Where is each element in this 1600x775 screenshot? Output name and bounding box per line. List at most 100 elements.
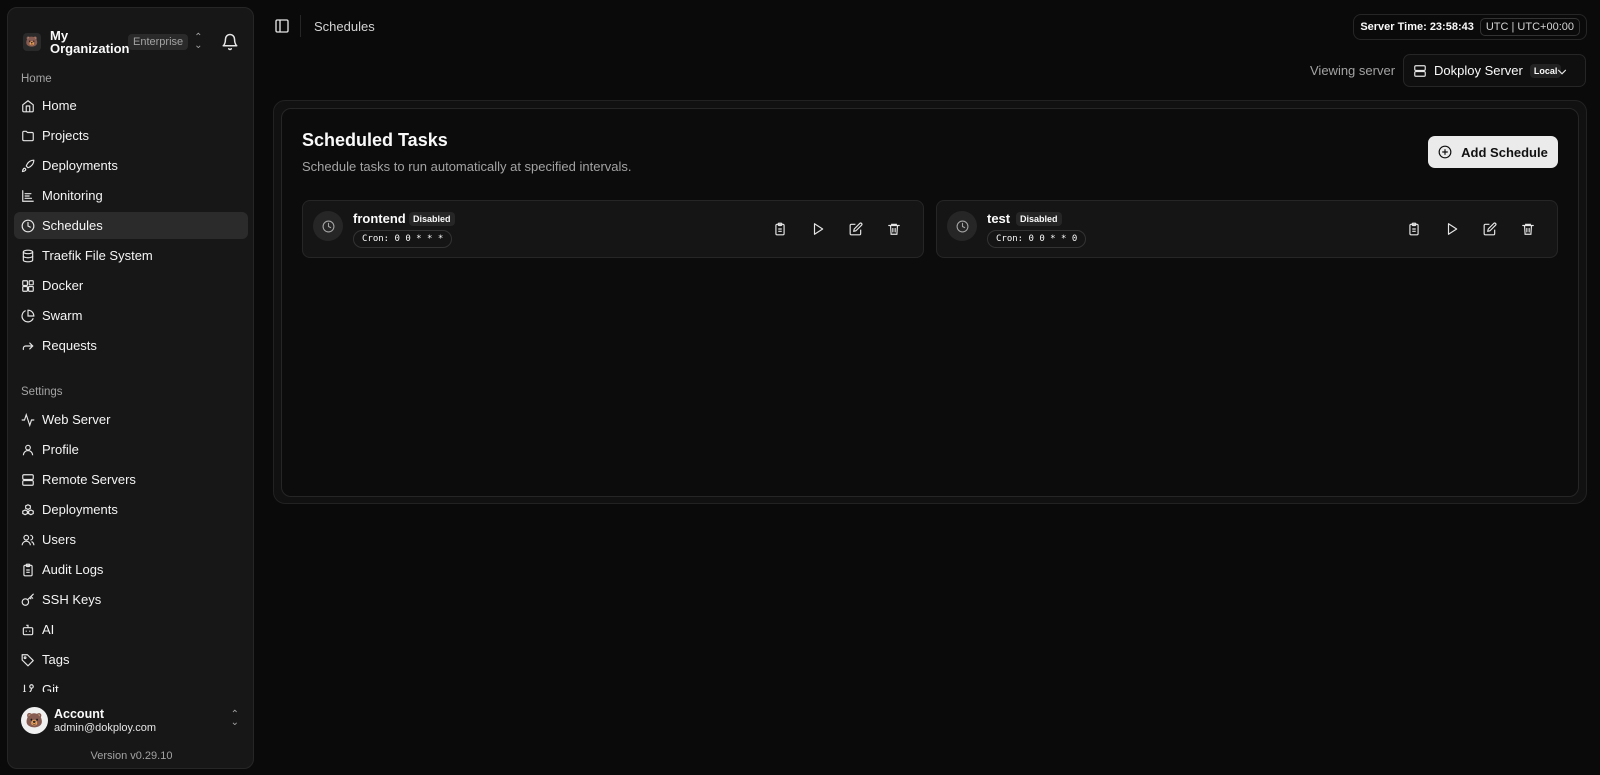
clock-icon <box>322 220 334 232</box>
schedule-card: test Disabled Cron: 0 0 * * 0 <box>936 200 1558 258</box>
edit-button[interactable] <box>837 218 875 240</box>
sidebar-item-remote-servers[interactable]: Remote Servers <box>14 466 248 493</box>
sidebar-item-profile[interactable]: Profile <box>14 436 248 463</box>
add-schedule-label: Add Schedule <box>1461 144 1548 160</box>
viewing-server-label: Viewing server <box>1310 63 1396 78</box>
sidebar-item-users[interactable]: Users <box>14 526 248 553</box>
clock-icon-wrap <box>947 211 977 241</box>
view-logs-button[interactable] <box>1395 218 1433 240</box>
sidebar-item-tags[interactable]: Tags <box>14 646 248 673</box>
sidebar-item-label: Remote Servers <box>42 472 136 487</box>
view-logs-button[interactable] <box>761 218 799 240</box>
user-icon <box>22 444 34 455</box>
sidebar-item-label: Swarm <box>42 308 83 323</box>
sidebar-item-settings-deployments[interactable]: Deployments <box>14 496 248 523</box>
home-icon <box>22 99 34 112</box>
breadcrumb[interactable]: Schedules <box>314 19 375 34</box>
sidebar-item-traefik[interactable]: Traefik File System <box>14 242 248 269</box>
trash-icon <box>1522 223 1534 235</box>
run-button[interactable] <box>799 218 837 240</box>
server-icon <box>1414 64 1426 77</box>
account-email: admin@dokploy.com <box>54 721 157 734</box>
server-time-label: Server Time: 23:58:43 <box>1360 21 1474 33</box>
clipboard-icon <box>775 222 785 236</box>
server-time: Server Time: 23:58:43 UTC | UTC+00:00 <box>1353 14 1587 40</box>
sidebar-item-label: Deployments <box>42 158 118 173</box>
users-icon <box>21 534 35 545</box>
clipboard-icon <box>23 563 33 576</box>
plus-circle-icon <box>1438 145 1452 159</box>
pie-icon <box>21 309 35 322</box>
chevron-down-icon <box>1557 69 1567 75</box>
sidebar-item-label: Profile <box>42 442 79 457</box>
sidebar-item-label: Requests <box>42 338 97 353</box>
trash-icon <box>888 223 900 235</box>
status-badge: Disabled <box>409 212 455 226</box>
timezone-badge: UTC | UTC+00:00 <box>1479 18 1580 36</box>
server-icon <box>22 473 34 486</box>
section-settings-label: Settings <box>21 386 63 398</box>
clipboard-icon <box>1409 222 1419 236</box>
sidebar-item-requests[interactable]: Requests <box>14 332 248 359</box>
boxes-icon <box>22 503 34 515</box>
sidebar-item-label: Projects <box>42 128 89 143</box>
sidebar-nav: Home Home Projects Deployments Monitorin… <box>8 8 253 692</box>
chevrons-up-down-icon: ⌃ ⌄ <box>230 709 239 728</box>
sidebar-item-web-server[interactable]: Web Server <box>14 406 248 433</box>
edit-button[interactable] <box>1471 218 1509 240</box>
sidebar-item-home[interactable]: Home <box>14 92 248 119</box>
version-label: Version v0.29.10 <box>90 750 173 762</box>
sidebar-item-monitoring[interactable]: Monitoring <box>14 182 248 209</box>
section-home-label: Home <box>21 73 52 85</box>
server-select[interactable]: Dokploy Server Local <box>1403 54 1586 87</box>
sidebar-item-ssh-keys[interactable]: SSH Keys <box>14 586 248 613</box>
sidebar-item-label: Tags <box>42 652 70 667</box>
delete-button[interactable] <box>875 218 913 240</box>
sidebar-item-label: Home <box>42 98 77 113</box>
sidebar-item-label: Web Server <box>42 412 111 427</box>
sidebar-item-schedules[interactable]: Schedules <box>14 212 248 239</box>
clock-icon-wrap <box>313 211 343 241</box>
header-divider <box>300 15 301 37</box>
sidebar-toggle-icon[interactable] <box>274 18 290 34</box>
sidebar-item-label: Traefik File System <box>42 248 153 263</box>
sidebar-item-label: AI <box>42 622 55 637</box>
sidebar-item-ai[interactable]: AI <box>14 616 248 643</box>
page-subtitle: Schedule tasks to run automatically at s… <box>302 159 632 174</box>
cron-expression: Cron: 0 0 * * * <box>353 230 453 248</box>
sidebar-item-label: Monitoring <box>42 188 103 203</box>
folder-icon <box>22 130 34 141</box>
add-schedule-button[interactable]: Add Schedule <box>1428 136 1558 168</box>
edit-icon <box>849 222 863 236</box>
forward-icon <box>22 342 34 350</box>
account-menu[interactable]: 🐻 Account admin@dokploy.com ⌃ ⌄ <box>21 703 243 737</box>
cron-expression: Cron: 0 0 * * 0 <box>987 230 1087 248</box>
bot-icon <box>22 624 34 635</box>
blocks-icon <box>22 279 34 292</box>
status-badge: Disabled <box>1016 212 1062 226</box>
rocket-icon <box>21 159 35 172</box>
sidebar-item-git[interactable]: Git <box>14 676 248 692</box>
run-button[interactable] <box>1433 218 1471 240</box>
sidebar-item-swarm[interactable]: Swarm <box>14 302 248 329</box>
database-icon <box>22 249 34 262</box>
schedule-name: test <box>987 211 1011 226</box>
edit-icon <box>1483 222 1497 236</box>
key-icon <box>21 593 34 606</box>
sidebar-item-deployments[interactable]: Deployments <box>14 152 248 179</box>
delete-button[interactable] <box>1509 218 1547 240</box>
sidebar-item-label: Schedules <box>42 218 103 233</box>
tags-icon <box>21 653 34 666</box>
play-icon <box>1447 223 1458 235</box>
sidebar-item-audit-logs[interactable]: Audit Logs <box>14 556 248 583</box>
account-name: Account <box>54 706 104 721</box>
clock-icon <box>956 220 968 232</box>
server-name: Dokploy Server <box>1434 63 1523 78</box>
sidebar-item-docker[interactable]: Docker <box>14 272 248 299</box>
sidebar-item-projects[interactable]: Projects <box>14 122 248 149</box>
activity-icon <box>21 412 35 427</box>
avatar: 🐻 <box>21 706 48 734</box>
sidebar-item-label: Users <box>42 532 76 547</box>
sidebar-item-label: Audit Logs <box>42 562 104 577</box>
sidebar-item-label: Deployments <box>42 502 118 517</box>
